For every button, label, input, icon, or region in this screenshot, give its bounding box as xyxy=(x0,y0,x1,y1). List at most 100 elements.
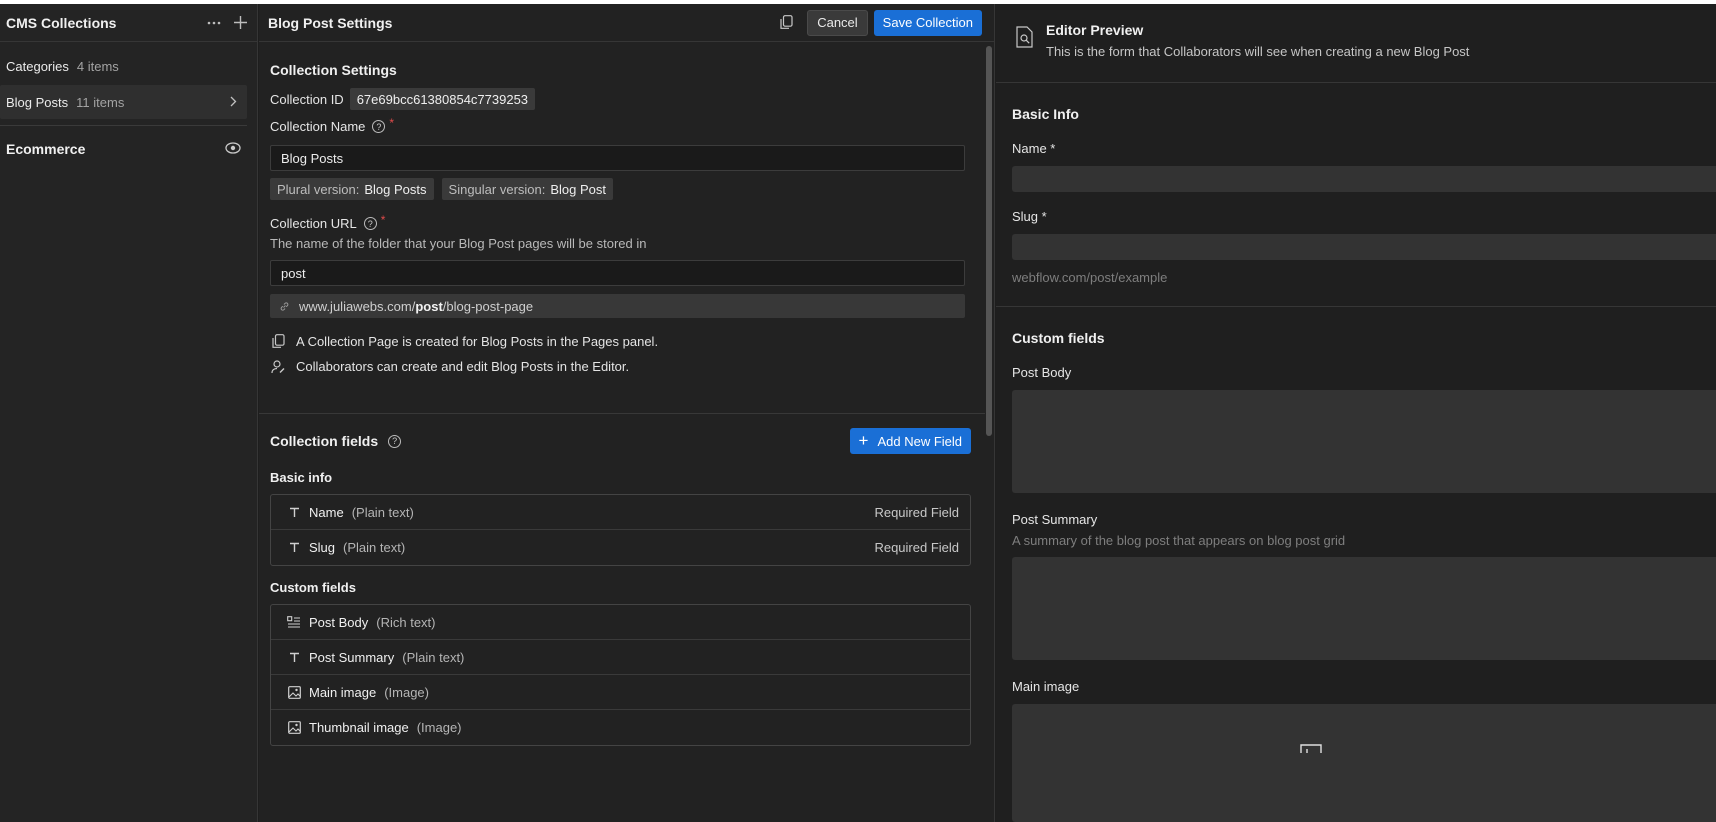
preview-name-label: Name * xyxy=(1012,141,1056,156)
field-type: (Image) xyxy=(384,684,429,700)
add-field-label: Add New Field xyxy=(877,433,962,449)
field-row-main-image[interactable]: Main image (Image) xyxy=(271,675,970,710)
collection-settings-panel: Blog Post Settings Cancel Save Collectio… xyxy=(259,4,995,822)
plural-value: Blog Posts xyxy=(364,181,427,197)
section-divider xyxy=(259,413,985,414)
link-icon xyxy=(280,301,289,311)
info-pages-text: A Collection Page is created for Blog Po… xyxy=(296,334,659,349)
name-versions: Plural version: Blog Posts Singular vers… xyxy=(270,178,965,200)
field-type: (Plain text) xyxy=(402,649,465,665)
url-preview: www.juliawebs.com/post/blog-post-page xyxy=(270,294,965,318)
image-upload-icon xyxy=(1300,742,1322,757)
chevron-right-icon xyxy=(230,94,237,110)
collection-name: Categories xyxy=(6,58,69,74)
sidebar-item-categories[interactable]: Categories 4 items xyxy=(0,49,257,83)
field-name: Main image xyxy=(309,684,377,700)
collection-url-label: Collection URL xyxy=(270,216,357,231)
collection-url-input[interactable]: post xyxy=(270,260,965,286)
settings-body: Collection Settings Collection ID 67e69b… xyxy=(259,43,985,374)
preview-header-text: Editor Preview This is the form that Col… xyxy=(1046,22,1469,59)
basic-field-list: Name (Plain text) Required Field Slug (P… xyxy=(270,494,971,566)
custom-fields-title: Custom fields xyxy=(270,580,356,595)
required-asterisk: * xyxy=(389,115,395,130)
info-editor-row: Collaborators can create and edit Blog P… xyxy=(270,359,965,374)
app-window: CMS Collections Categories 4 items Blog … xyxy=(0,4,1716,822)
collection-fields-header: Collection fields ? + Add New Field xyxy=(270,428,971,454)
url-suffix: /blog-post-page xyxy=(442,298,534,314)
preview-post-summary-hint: A summary of the blog post that appears … xyxy=(1012,533,1346,548)
duplicate-icon[interactable] xyxy=(777,14,795,32)
preview-post-summary-input[interactable] xyxy=(1012,557,1716,660)
more-horizontal-icon[interactable] xyxy=(203,12,225,34)
help-icon[interactable]: ? xyxy=(388,434,402,448)
preview-divider xyxy=(996,306,1716,307)
sidebar-item-blog-posts[interactable]: Blog Posts 11 items xyxy=(0,85,247,119)
singular-version-pill[interactable]: Singular version: Blog Post xyxy=(441,178,614,200)
preview-custom-fields-title: Custom fields xyxy=(1012,330,1105,346)
singular-value: Blog Post xyxy=(550,181,607,197)
collection-count: 11 items xyxy=(76,94,125,110)
eye-icon[interactable] xyxy=(225,141,241,157)
collection-count: 4 items xyxy=(76,58,119,74)
preview-subtitle: This is the form that Collaborators will… xyxy=(1046,44,1470,59)
preview-title: Editor Preview xyxy=(1046,22,1144,38)
field-type: (Plain text) xyxy=(343,540,406,555)
preview-main-image-dropzone[interactable] xyxy=(1012,704,1716,822)
collection-id-value: 67e69bcc61380854c7739253 xyxy=(349,88,536,110)
field-name: Thumbnail image xyxy=(309,720,409,735)
editor-preview-panel: Editor Preview This is the form that Col… xyxy=(996,4,1716,822)
text-type-icon xyxy=(287,542,301,553)
collection-url-hint: The name of the folder that your Blog Po… xyxy=(270,236,647,251)
field-row-name[interactable]: Name (Plain text) Required Field xyxy=(271,495,970,530)
field-name: Post Summary xyxy=(309,649,395,665)
cancel-button[interactable]: Cancel xyxy=(807,9,868,36)
help-icon[interactable]: ? xyxy=(372,120,386,133)
help-icon[interactable]: ? xyxy=(363,217,377,230)
field-name: Name xyxy=(309,504,344,520)
field-row-post-summary[interactable]: Post Summary (Plain text) xyxy=(271,640,970,675)
preview-slug-hint: webflow.com/post/example xyxy=(1012,270,1168,285)
custom-field-list: Post Body (Rich text) Post Summary (Plai… xyxy=(270,604,971,746)
settings-header: Blog Post Settings Cancel Save Collectio… xyxy=(259,4,994,42)
plural-version-pill[interactable]: Plural version: Blog Posts xyxy=(270,178,434,200)
field-row-post-body[interactable]: Post Body (Rich text) xyxy=(271,605,970,640)
add-new-field-button[interactable]: + Add New Field xyxy=(849,428,971,454)
plus-icon[interactable] xyxy=(229,12,251,34)
info-editor-text: Collaborators can create and edit Blog P… xyxy=(296,359,630,374)
url-prefix: www.juliawebs.com/ xyxy=(299,298,416,314)
collection-name-label: Collection Name xyxy=(270,119,366,134)
collection-id-row: Collection ID 67e69bcc61380854c7739253 xyxy=(270,88,965,110)
sidebar-title: CMS Collections xyxy=(6,14,117,31)
sidebar-header: CMS Collections xyxy=(0,4,257,42)
preview-document-icon xyxy=(1016,26,1034,48)
preview-basic-info-title: Basic Info xyxy=(1012,106,1079,122)
preview-name-input[interactable] xyxy=(1012,166,1716,192)
settings-title: Blog Post Settings xyxy=(268,14,393,31)
field-row-slug[interactable]: Slug (Plain text) Required Field xyxy=(271,530,970,565)
collection-name: Blog Posts xyxy=(6,94,69,110)
preview-slug-input[interactable] xyxy=(1012,234,1716,260)
collection-url-label-row: Collection URL ? * xyxy=(270,213,965,232)
scrollbar[interactable] xyxy=(986,46,992,436)
collection-id-label: Collection ID xyxy=(270,91,344,107)
field-type: (Plain text) xyxy=(351,504,414,520)
sidebar-section-ecommerce[interactable]: Ecommerce xyxy=(0,132,247,166)
url-slug: post xyxy=(415,298,443,314)
preview-post-summary-label: Post Summary xyxy=(1012,512,1098,527)
text-type-icon xyxy=(287,507,301,518)
rich-text-icon xyxy=(287,616,301,628)
collection-name-input[interactable]: Blog Posts xyxy=(270,145,965,171)
field-type: (Image) xyxy=(416,720,462,735)
preview-post-body-input[interactable] xyxy=(1012,390,1716,493)
collaborator-icon xyxy=(270,359,287,374)
field-name: Slug xyxy=(309,540,336,555)
field-type: (Rich text) xyxy=(376,614,436,630)
save-collection-button[interactable]: Save Collection xyxy=(873,9,982,36)
required-field-label: Required Field xyxy=(874,540,959,555)
ecommerce-title: Ecommerce xyxy=(6,141,86,157)
cms-sidebar: CMS Collections Categories 4 items Blog … xyxy=(0,4,258,822)
basic-info-title: Basic info xyxy=(270,470,333,485)
field-row-thumbnail-image[interactable]: Thumbnail image (Image) xyxy=(271,710,970,745)
plural-label: Plural version: xyxy=(277,181,360,197)
required-field-label: Required Field xyxy=(874,504,959,520)
